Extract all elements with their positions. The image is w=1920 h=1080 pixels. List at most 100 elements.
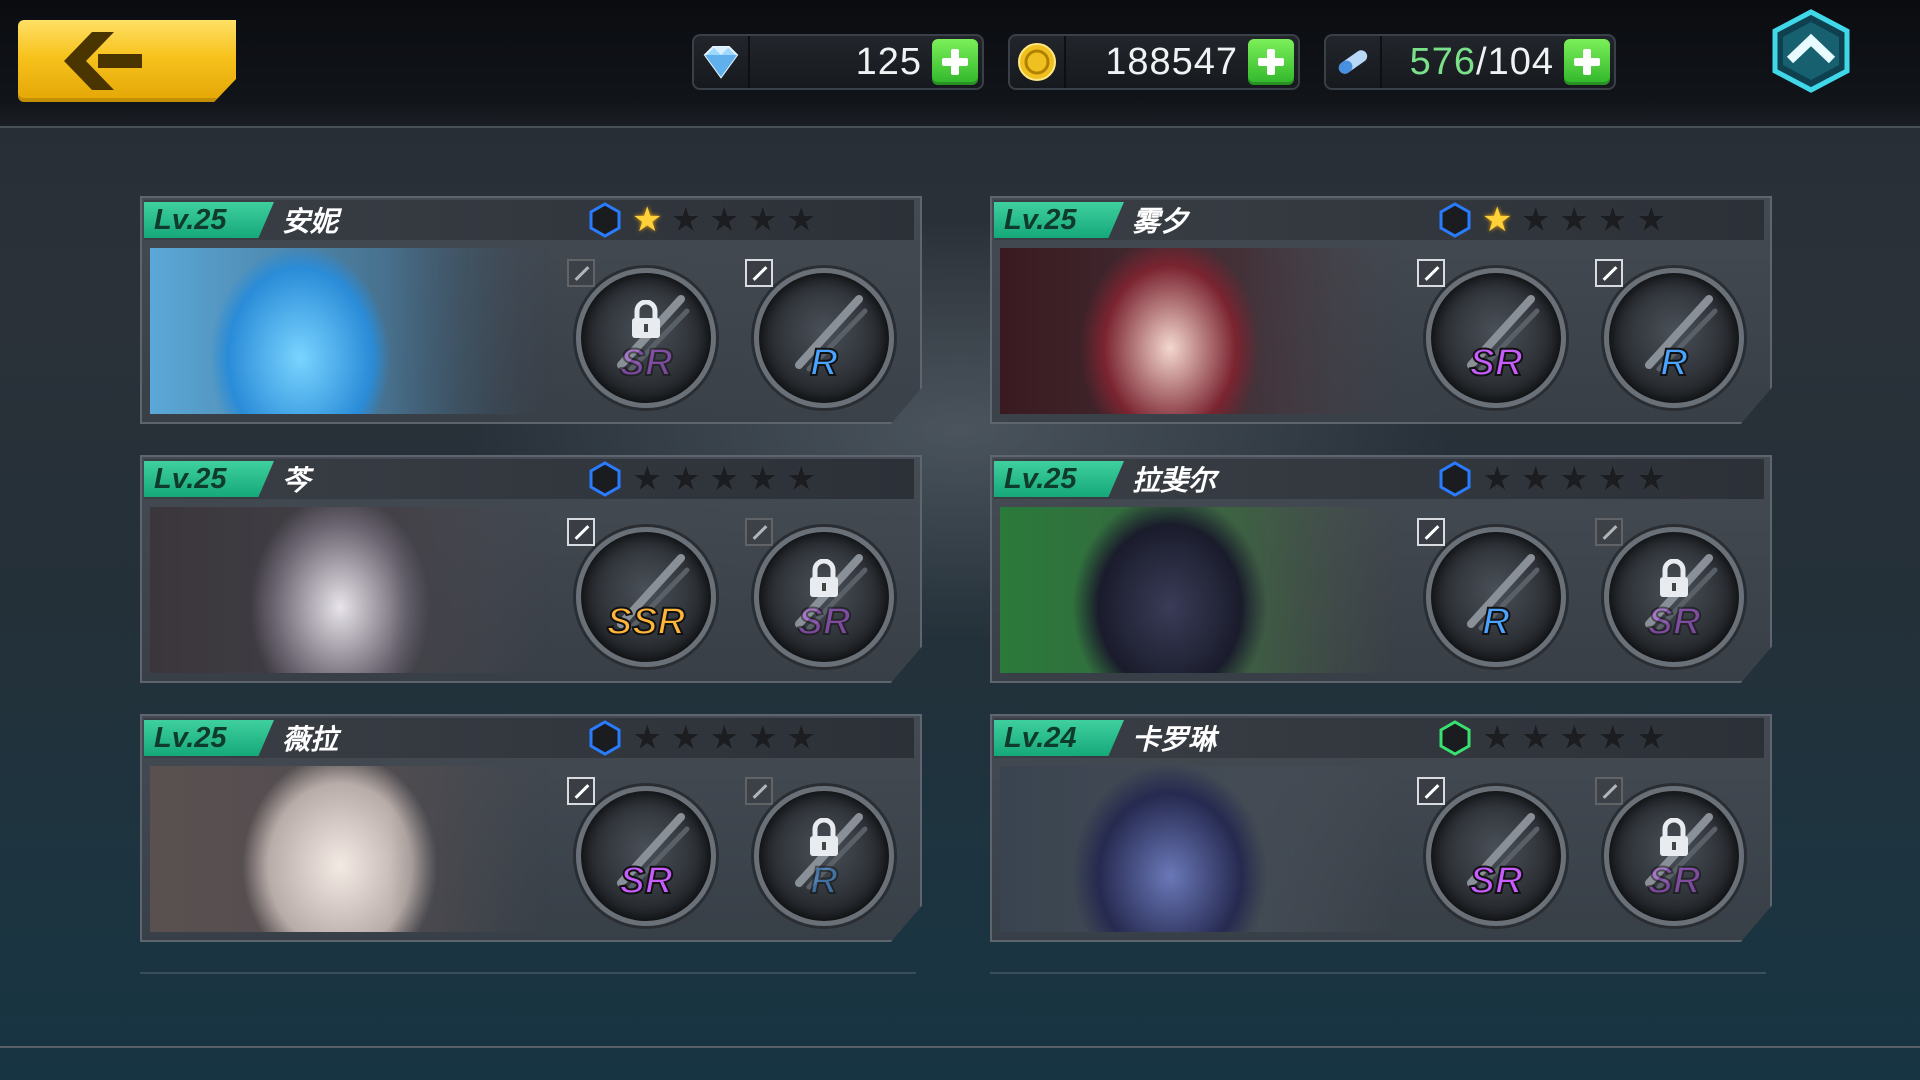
- character-card[interactable]: Lv.25 安妮 ★ ★ ★ ★ ★ SR R: [140, 196, 922, 424]
- star-icon: ★: [632, 200, 663, 240]
- level-badge: Lv.25: [144, 202, 274, 238]
- stamina-icon: [1326, 36, 1382, 88]
- edit-icon[interactable]: [1417, 777, 1445, 805]
- rank-hexagon-icon: [589, 720, 621, 756]
- edit-icon[interactable]: [567, 518, 595, 546]
- rarity-label: SSR: [606, 600, 686, 644]
- star-icon: ★: [670, 459, 701, 499]
- level-badge: Lv.25: [144, 720, 274, 756]
- stamina-counter: 576/104: [1324, 34, 1616, 90]
- rank-hexagon-icon: [1439, 202, 1471, 238]
- star-icon: ★: [785, 718, 817, 758]
- rarity-label: R: [809, 859, 838, 903]
- rarity-label: R: [1659, 341, 1688, 385]
- weapon-slot[interactable]: SR: [567, 777, 716, 926]
- star-icon: ★: [1520, 200, 1551, 240]
- divider-left: [140, 972, 916, 974]
- star-icon: ★: [1520, 718, 1551, 758]
- level-badge: Lv.25: [994, 202, 1124, 238]
- character-card[interactable]: Lv.25 雾夕 ★ ★ ★ ★ ★ SR R: [990, 196, 1772, 424]
- diamond-value: 125: [855, 40, 922, 83]
- character-name: 雾夕: [1132, 205, 1189, 238]
- card-header: Lv.25 安妮 ★ ★ ★ ★ ★: [144, 200, 914, 240]
- edit-icon[interactable]: [567, 777, 595, 805]
- gold-value: 188547: [1105, 40, 1238, 83]
- character-portrait: [150, 248, 550, 414]
- weapon-slot[interactable]: R: [1417, 518, 1566, 667]
- star-icon: ★: [1520, 459, 1551, 499]
- star-rating: ★ ★ ★ ★ ★: [632, 202, 816, 238]
- star-icon: ★: [1558, 718, 1590, 758]
- character-portrait: [1000, 507, 1400, 673]
- star-icon: ★: [747, 200, 778, 240]
- weapon-slot[interactable]: SR: [1595, 777, 1744, 926]
- card-header: Lv.24 卡罗琳 ★ ★ ★ ★ ★: [994, 718, 1764, 758]
- edit-icon[interactable]: [745, 518, 773, 546]
- rarity-label: R: [1481, 600, 1510, 644]
- home-chevron-icon: [1772, 9, 1850, 93]
- character-portrait: [150, 766, 550, 932]
- edit-icon[interactable]: [1595, 518, 1623, 546]
- edit-icon[interactable]: [1417, 518, 1445, 546]
- star-icon: ★: [785, 459, 817, 499]
- weapon-slot[interactable]: SR: [1417, 777, 1566, 926]
- edit-icon[interactable]: [1595, 259, 1623, 287]
- weapon-slot[interactable]: SR: [745, 518, 894, 667]
- level-badge: Lv.25: [994, 461, 1124, 497]
- star-icon: ★: [1482, 718, 1513, 758]
- back-button[interactable]: [18, 20, 236, 102]
- edit-icon[interactable]: [745, 259, 773, 287]
- star-icon: ★: [670, 718, 701, 758]
- divider-right: [990, 972, 1766, 974]
- star-icon: ★: [747, 718, 778, 758]
- lock-icon: [810, 558, 838, 597]
- star-icon: ★: [1482, 200, 1513, 240]
- rank-hexagon-icon: [589, 202, 621, 238]
- character-name: 卡罗琳: [1132, 723, 1217, 756]
- edit-icon[interactable]: [567, 259, 595, 287]
- character-name: 芩: [282, 464, 311, 497]
- weapon-slot[interactable]: SR: [1595, 518, 1744, 667]
- rarity-label: SR: [1469, 341, 1524, 385]
- weapon-slot[interactable]: SSR: [567, 518, 716, 667]
- add-stamina-button[interactable]: [1564, 39, 1610, 85]
- card-header: Lv.25 薇拉 ★ ★ ★ ★ ★: [144, 718, 914, 758]
- rank-hexagon-icon: [589, 461, 621, 497]
- weapon-slot[interactable]: R: [745, 259, 894, 408]
- rank-hexagon-icon: [1439, 720, 1471, 756]
- weapon-slot[interactable]: SR: [1417, 259, 1566, 408]
- star-icon: ★: [1635, 718, 1667, 758]
- rank-hexagon-icon: [1439, 461, 1471, 497]
- lock-icon: [1660, 558, 1688, 597]
- character-card[interactable]: Lv.25 薇拉 ★ ★ ★ ★ ★ SR R: [140, 714, 922, 942]
- diamond-icon: [694, 36, 750, 88]
- character-card[interactable]: Lv.25 芩 ★ ★ ★ ★ ★ SSR SR: [140, 455, 922, 683]
- add-diamond-button[interactable]: [932, 39, 978, 85]
- star-rating: ★ ★ ★ ★ ★: [1482, 461, 1666, 497]
- rarity-label: R: [809, 341, 838, 385]
- character-portrait: [1000, 766, 1400, 932]
- character-card[interactable]: Lv.24 卡罗琳 ★ ★ ★ ★ ★ SR SR: [990, 714, 1772, 942]
- weapon-slot[interactable]: R: [1595, 259, 1744, 408]
- star-icon: ★: [785, 200, 817, 240]
- edit-icon[interactable]: [1417, 259, 1445, 287]
- edit-icon[interactable]: [745, 777, 773, 805]
- edit-icon[interactable]: [1595, 777, 1623, 805]
- star-icon: ★: [632, 718, 663, 758]
- character-card[interactable]: Lv.25 拉斐尔 ★ ★ ★ ★ ★ R SR: [990, 455, 1772, 683]
- character-portrait: [150, 507, 550, 673]
- lock-icon: [1660, 817, 1688, 856]
- star-icon: ★: [1635, 459, 1667, 499]
- top-bar: 125 188547 576/104: [0, 0, 1920, 128]
- rarity-label: SR: [797, 600, 852, 644]
- add-gold-button[interactable]: [1248, 39, 1294, 85]
- star-icon: ★: [747, 459, 778, 499]
- coin-icon: [1010, 36, 1066, 88]
- rarity-label: SR: [619, 859, 674, 903]
- star-icon: ★: [670, 200, 701, 240]
- weapon-slot[interactable]: R: [745, 777, 894, 926]
- weapon-slot[interactable]: SR: [567, 259, 716, 408]
- home-button[interactable]: [1768, 8, 1854, 94]
- rarity-label: SR: [1469, 859, 1524, 903]
- character-name: 拉斐尔: [1132, 464, 1217, 497]
